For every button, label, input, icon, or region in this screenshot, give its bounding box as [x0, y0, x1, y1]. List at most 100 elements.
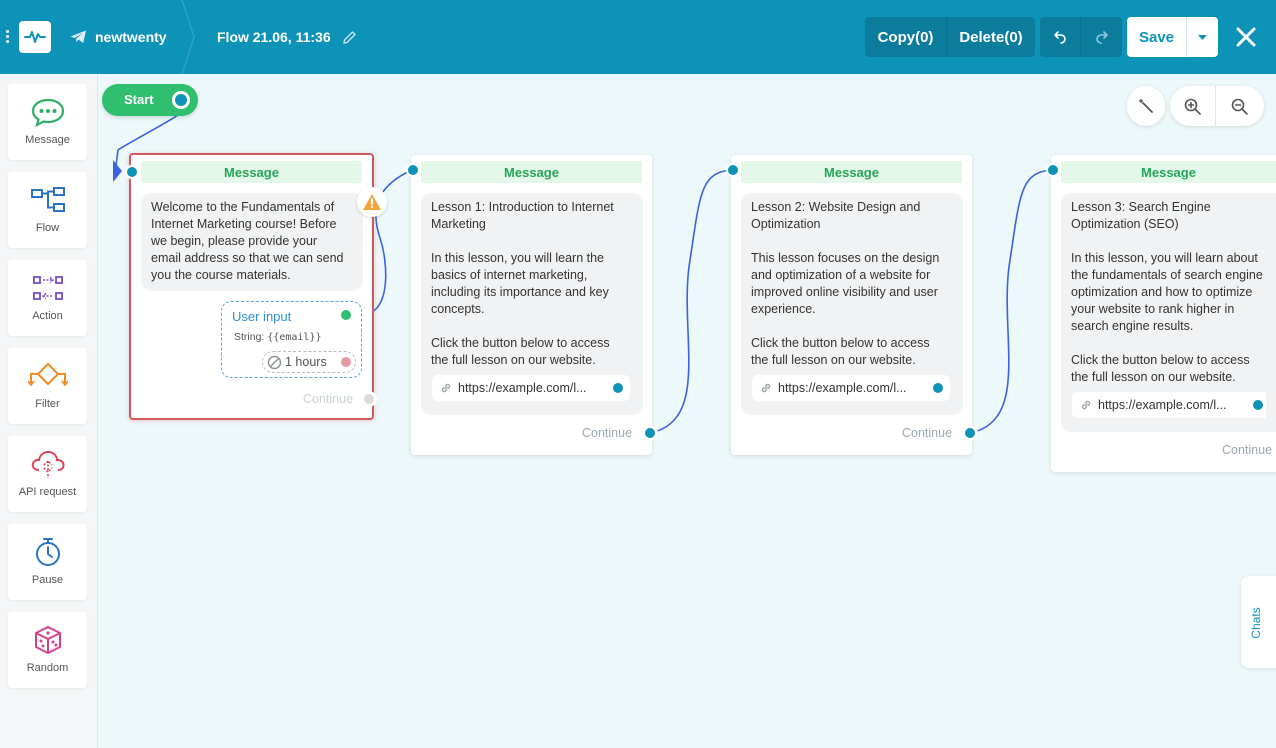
save-button[interactable]: Save — [1127, 17, 1187, 57]
continue-label: Continue — [902, 426, 953, 440]
palette-item-flow[interactable]: Flow — [8, 172, 87, 248]
palette-label: Message — [25, 134, 70, 146]
url-label: https://example.com/l... — [778, 381, 907, 395]
chats-tab[interactable]: Chats — [1241, 576, 1276, 668]
stopwatch-icon — [35, 538, 60, 566]
continue-output-port[interactable] — [962, 425, 978, 441]
palette-label: Flow — [35, 222, 60, 234]
continue-label: Continue — [582, 426, 633, 440]
chats-label: Chats — [1249, 607, 1263, 639]
zoom-in-icon — [1184, 98, 1201, 115]
node-title: Message — [741, 161, 962, 183]
continue-output-port[interactable] — [642, 425, 658, 441]
copy-button[interactable]: Copy(0) — [865, 17, 947, 57]
link-icon — [761, 383, 771, 393]
palette-item-api-request[interactable]: API request — [8, 436, 87, 512]
palette-item-message[interactable]: Message — [8, 84, 87, 160]
auto-arrange-button[interactable] — [1127, 86, 1165, 126]
continue-output-port[interactable] — [361, 391, 377, 407]
zoom-controls — [1170, 86, 1264, 126]
url-output-port[interactable] — [610, 380, 626, 396]
undo-button[interactable] — [1040, 17, 1081, 57]
no-entry-icon — [267, 355, 282, 370]
more-vertical-icon[interactable] — [6, 30, 10, 46]
node-input-port[interactable] — [406, 163, 420, 177]
start-node[interactable]: Start — [102, 84, 198, 116]
palette-label: API request — [18, 486, 77, 498]
pulse-logo-icon[interactable] — [19, 21, 51, 53]
start-label: Start — [124, 92, 154, 107]
close-icon[interactable] — [1234, 25, 1258, 49]
palette-label: Random — [26, 662, 69, 674]
undo-icon — [1054, 31, 1066, 44]
message-node-welcome[interactable]: Message Welcome to the Fundamentals of I… — [125, 153, 387, 420]
flow-icon — [30, 187, 65, 212]
node-input-port[interactable] — [726, 163, 740, 177]
flow-name: Flow 21.06, 11:36 — [217, 29, 331, 45]
node-title: Message — [421, 161, 642, 183]
node-input-port[interactable] — [1046, 163, 1060, 177]
node-palette: Message Flow Action Filter API request P… — [0, 74, 98, 748]
node-title: Message — [1061, 161, 1276, 183]
url-button[interactable]: https://example.com/l... — [752, 375, 950, 401]
url-button[interactable]: https://example.com/l... — [432, 375, 630, 401]
timeout-output-port[interactable] — [338, 354, 354, 370]
node-title: Message — [141, 161, 362, 183]
cloud-api-icon — [31, 450, 65, 478]
message-node-lesson1[interactable]: Message Lesson 1: Introduction to Intern… — [406, 155, 658, 455]
redo-icon — [1095, 31, 1108, 44]
chat-bubble-icon — [31, 98, 64, 127]
dice-icon — [34, 626, 61, 654]
telegram-icon — [70, 30, 86, 43]
user-input-variable: {{email}} — [267, 332, 322, 343]
url-label: https://example.com/l... — [1098, 398, 1227, 412]
history-actions — [1040, 17, 1122, 57]
message-text: Welcome to the Fundamentals of Internet … — [141, 193, 363, 291]
node-input-port[interactable] — [125, 165, 139, 179]
zoom-out-icon — [1231, 98, 1248, 115]
url-button[interactable]: https://example.com/l... — [1072, 392, 1266, 418]
save-group: Save — [1127, 17, 1218, 57]
warning-icon[interactable] — [357, 187, 387, 217]
url-label: https://example.com/l... — [458, 381, 587, 395]
link-icon — [441, 383, 451, 393]
filter-icon — [27, 362, 68, 387]
pencil-icon[interactable] — [342, 30, 356, 44]
url-output-port[interactable] — [1250, 397, 1266, 413]
message-node-lesson2[interactable]: Message Lesson 2: Website Design and Opt… — [726, 155, 978, 455]
continue-label: Continue — [303, 392, 354, 406]
timeout-label: 1 hours — [285, 355, 327, 369]
breadcrumb-separator — [181, 0, 195, 74]
palette-item-pause[interactable]: Pause — [8, 524, 87, 600]
url-output-port[interactable] — [930, 380, 946, 396]
caret-down-icon — [1198, 34, 1207, 40]
redo-button[interactable] — [1081, 17, 1122, 57]
user-input-type: String: {{email}} — [234, 331, 322, 343]
message-node-lesson3[interactable]: Message Lesson 3: Search Engine Optimiza… — [1046, 155, 1276, 472]
connection-lesson1-to-lesson2 — [649, 169, 733, 434]
flow-title[interactable]: Flow 21.06, 11:36 — [217, 27, 356, 47]
palette-item-filter[interactable]: Filter — [8, 348, 87, 424]
bot-name: newtwenty — [95, 29, 167, 45]
zoom-out-button[interactable] — [1216, 86, 1262, 126]
zoom-in-button[interactable] — [1170, 86, 1216, 126]
user-input-block[interactable]: User input String: {{email}} 1 hours — [221, 301, 362, 378]
palette-item-random[interactable]: Random — [8, 612, 87, 688]
user-input-output-port[interactable] — [338, 307, 354, 323]
selection-actions: Copy(0) Delete(0) — [865, 17, 1035, 57]
top-bar: newtwenty Flow 21.06, 11:36 Copy(0) Dele… — [0, 0, 1276, 74]
connection-arrow — [113, 160, 122, 182]
user-input-title: User input — [232, 309, 292, 324]
start-output-port[interactable] — [172, 91, 190, 109]
continue-label: Continue — [1222, 443, 1273, 457]
action-icon — [32, 276, 63, 300]
palette-label: Pause — [31, 574, 64, 586]
palette-item-action[interactable]: Action — [8, 260, 87, 336]
delete-button[interactable]: Delete(0) — [947, 17, 1035, 57]
magic-wand-icon — [1139, 99, 1153, 113]
connection-lesson2-to-lesson3 — [969, 169, 1053, 434]
bot-selector[interactable]: newtwenty — [70, 27, 167, 47]
link-icon — [1081, 400, 1091, 410]
save-options-button[interactable] — [1187, 17, 1218, 57]
palette-label: Filter — [35, 398, 60, 410]
